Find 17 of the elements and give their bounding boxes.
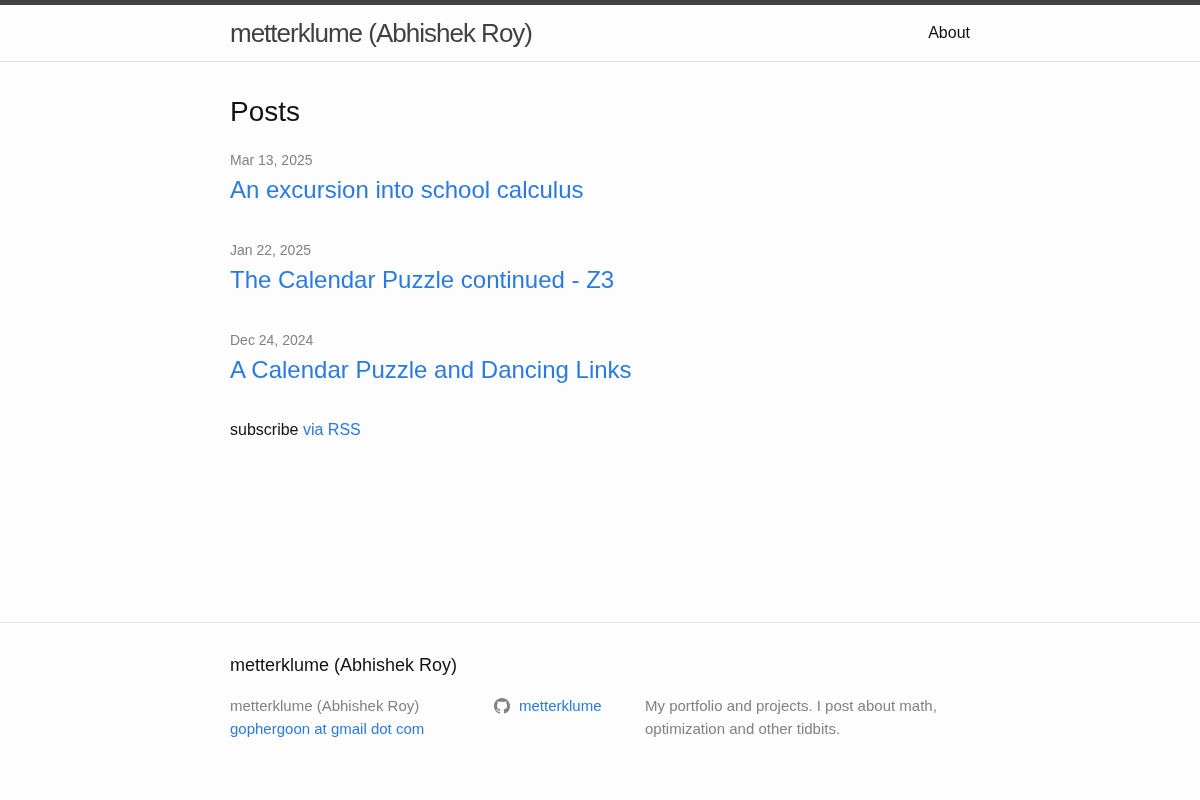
post-date: Dec 24, 2024 [230, 331, 314, 350]
rss-link[interactable]: via RSS [302, 421, 361, 438]
posts-heading: Posts [230, 95, 302, 129]
post-title-link[interactable]: An excursion into school calculus [230, 176, 584, 203]
footer-heading: metterklume (Abhishek Roy) [230, 654, 459, 677]
subscribe-text: subscribe via RSS [230, 420, 361, 440]
site-title[interactable]: metterklume (Abhishek Roy) [230, 6, 532, 60]
github-link[interactable]: metterklume [494, 694, 602, 717]
nav-link[interactable]: About [928, 21, 970, 45]
email-link[interactable]: gophergoon at gmail dot com [230, 717, 425, 740]
post-date: Jan 22, 2025 [230, 241, 311, 260]
site-description: My portfolio and projects. I post about math, optimization and other tidbits. [645, 696, 938, 739]
post-date: Mar 13, 2025 [230, 151, 313, 170]
post-title-link[interactable]: The Calendar Puzzle continued - Z3 [230, 266, 615, 293]
github-icon [494, 697, 510, 714]
post-title-link[interactable]: A Calendar Puzzle and Dancing Links [230, 356, 632, 383]
author-name: metterklume (Abhishek Roy) [230, 696, 420, 716]
